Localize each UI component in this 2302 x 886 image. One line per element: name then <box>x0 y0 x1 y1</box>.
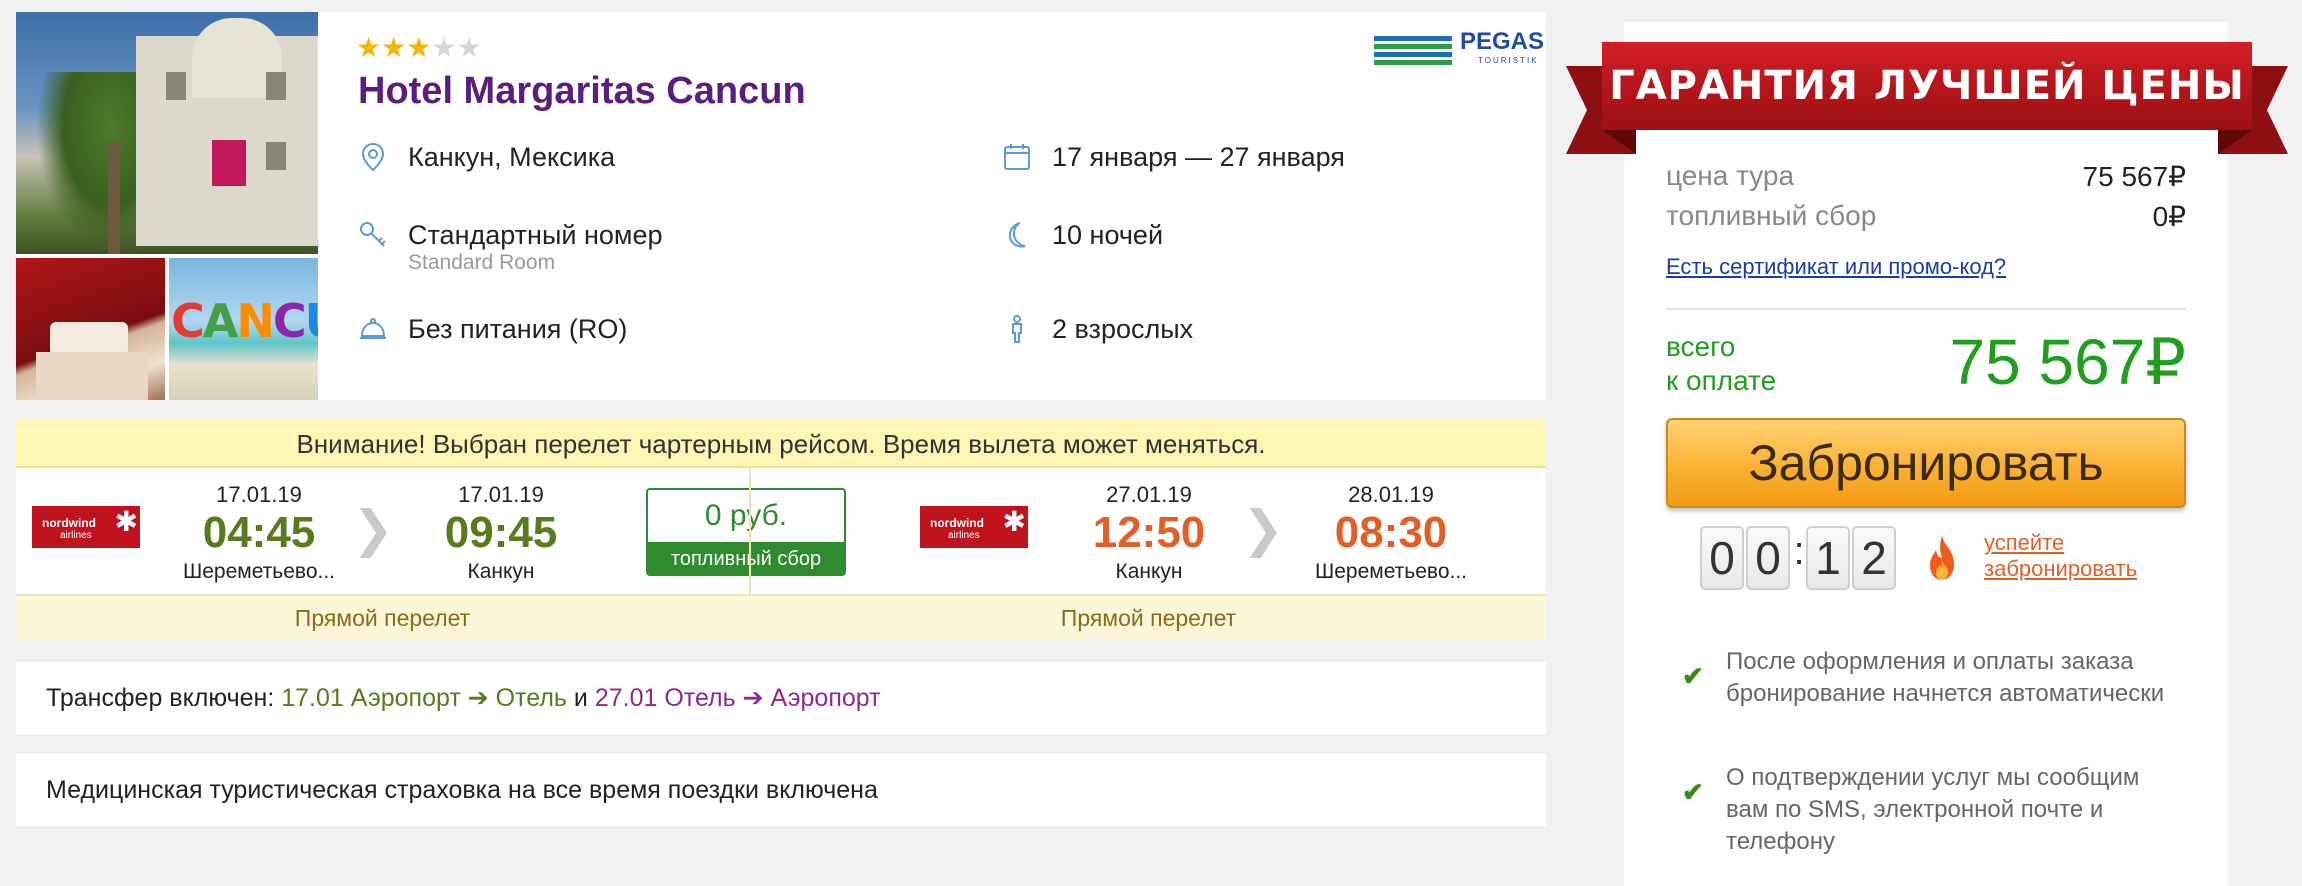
return-arr-time: 08:30 <box>1334 508 1448 557</box>
outbound-dep-time: 04:45 <box>202 508 316 557</box>
outbound-arr-date: 17.01.19 <box>458 482 544 507</box>
meal-text: Без питания (RO) <box>408 314 628 344</box>
return-dep-date: 27.01.19 <box>1106 482 1192 507</box>
location-pin-icon <box>358 142 388 172</box>
room-type-en: Standard Room <box>408 251 556 274</box>
timer-digit: 1 <box>1806 526 1850 590</box>
book-button[interactable]: Забронировать <box>1666 418 2186 508</box>
fuel-price-label: топливный сбор <box>1666 200 1877 231</box>
outbound-dep-airport: Шереметьево... <box>182 560 336 583</box>
outbound-dep-date: 17.01.19 <box>216 482 302 507</box>
best-price-banner-text: ГАРАНТИЯ ЛУЧШЕЙ ЦЕНЫ <box>1602 42 2252 130</box>
hotel-room: Стандартный номер Standard Room <box>358 218 662 274</box>
note-text: После оформления и оплаты заказа брониро… <box>1726 648 2165 707</box>
hotel-photo-cancun-sign[interactable]: CANCUN <box>169 258 318 400</box>
outbound-arr-time: 09:45 <box>444 508 558 557</box>
return-airline-logo: nordwind airlines ✱ <box>920 506 1028 548</box>
transfer-back: 27.01 Отель ➔ Аэропорт <box>594 684 881 712</box>
location-text: Канкун, Мексика <box>408 142 616 172</box>
dates-text: 17 января — 27 января <box>1052 142 1345 172</box>
hotel-meal: Без питания (RO) <box>358 312 627 346</box>
return-arrival: 28.01.19 08:30 Шереметьево... <box>1286 482 1496 586</box>
guests-text: 2 взрослых <box>1052 314 1194 344</box>
tour-dates: 17 января — 27 января <box>1002 140 1345 174</box>
return-departure: 27.01.19 12:50 Канкун <box>1044 482 1254 586</box>
fuel-charge-box: 0 руб. топливный сбор <box>646 488 846 576</box>
outbound-departure: 17.01.19 04:45 Шереметьево... <box>154 482 364 586</box>
fuel-charge-label: топливный сбор <box>648 542 844 574</box>
operator-logo-text: PEGAS <box>1460 28 1545 55</box>
hotel-rating-stars: ★★★★★ <box>356 34 482 62</box>
arrow-right-icon: ➔ <box>742 684 764 712</box>
divider <box>1666 308 2186 310</box>
transfer-info: Трансфер включен: 17.01 Аэропорт ➔ Отель… <box>16 662 1546 734</box>
hotel-photo-room[interactable] <box>16 258 165 400</box>
transfer-and: и <box>573 684 588 712</box>
hotel-location: Канкун, Мексика <box>358 140 615 174</box>
arrow-right-icon: ➔ <box>467 684 489 712</box>
charter-warning: Внимание! Выбран перелет чартерным рейсо… <box>16 420 1546 468</box>
best-price-banner: ГАРАНТИЯ ЛУЧШЕЙ ЦЕНЫ <box>1566 42 2288 154</box>
insurance-info: Медицинская туристическая страховка на в… <box>16 754 1546 826</box>
star-empty-icon: ★ <box>456 32 482 63</box>
promo-code-link[interactable]: Есть сертификат или промо-код? <box>1666 254 2006 280</box>
hotel-card: CANCUN ★★★★★ Hotel Margaritas Cancun PEG… <box>16 12 1546 400</box>
cancun-sign-letters: CANCUN <box>171 294 318 348</box>
room-type: Стандартный номер <box>408 220 663 250</box>
cloche-icon <box>358 314 388 344</box>
tour-price-value: 75 567₽ <box>2082 161 2186 192</box>
return-arr-date: 28.01.19 <box>1348 482 1434 507</box>
insurance-text: Медицинская туристическая страховка на в… <box>46 776 878 804</box>
return-flight-type: Прямой перелет <box>1060 605 1237 631</box>
outbound-flight-type: Прямой перелет <box>294 605 471 631</box>
star-filled-icon: ★ <box>356 32 382 63</box>
note-item: ✔ После оформления и оплаты заказа брони… <box>1680 646 2200 710</box>
timer-separator: : <box>1793 528 1805 573</box>
outbound-arrival: 17.01.19 09:45 Канкун <box>396 482 606 586</box>
countdown-timer: 00:12 <box>1700 526 1898 590</box>
tour-guests: 2 взрослых <box>1002 312 1193 346</box>
fuel-price-value: 0₽ <box>2152 201 2186 232</box>
flight-footer: Прямой перелет Прямой перелет <box>16 594 1546 640</box>
timer-digit: 0 <box>1746 526 1790 590</box>
fire-icon <box>1922 534 1962 584</box>
timer-digit: 0 <box>1700 526 1744 590</box>
transfer-out: 17.01 Аэропорт ➔ Отель <box>281 684 567 712</box>
return-arr-airport: Шереметьево... <box>1314 560 1468 583</box>
hurry-book-link[interactable]: успейте забронировать <box>1984 530 2137 582</box>
check-icon: ✔ <box>1682 777 1704 807</box>
outbound-arr-airport: Канкун <box>467 560 535 583</box>
total-label: всего к оплате <box>1666 331 1777 396</box>
person-icon <box>1002 314 1032 344</box>
return-dep-airport: Канкун <box>1115 560 1183 583</box>
fuel-price-row: топливный сбор 0₽ <box>1666 200 2186 232</box>
note-item: ✔ О подтверждении услуг мы сообщим вам п… <box>1680 762 2200 858</box>
transfer-label: Трансфер включен: <box>46 684 275 712</box>
tour-price-label: цена тура <box>1666 160 1795 191</box>
chevron-right-icon: ❯ <box>1242 500 1284 558</box>
star-filled-icon: ★ <box>381 32 407 63</box>
timer-digit: 2 <box>1852 526 1896 590</box>
nights-text: 10 ночей <box>1052 220 1164 250</box>
tour-price-row: цена тура 75 567₽ <box>1666 160 2186 192</box>
check-icon: ✔ <box>1682 661 1704 691</box>
flight-block: Внимание! Выбран перелет чартерным рейсо… <box>16 420 1546 640</box>
operator-logo-subtext: TOURISTIK <box>1478 56 1539 65</box>
star-filled-icon: ★ <box>406 32 432 63</box>
note-text: О подтверждении услуг мы сообщим вам по … <box>1726 764 2140 855</box>
calendar-icon <box>1002 142 1032 172</box>
outbound-airline-logo: nordwind airlines ✱ <box>32 506 140 548</box>
hotel-photo-main[interactable] <box>16 12 318 254</box>
fuel-charge-price: 0 руб. <box>704 499 788 532</box>
key-icon <box>358 220 388 250</box>
chevron-right-icon: ❯ <box>352 500 394 558</box>
tour-nights: 10 ночей <box>1002 218 1163 252</box>
tour-operator-logo: PEGAS TOURISTIK <box>1374 28 1544 74</box>
return-dep-time: 12:50 <box>1092 508 1206 557</box>
star-empty-icon: ★ <box>431 32 457 63</box>
hotel-name[interactable]: Hotel Margaritas Cancun <box>358 70 806 113</box>
moon-icon <box>1002 220 1032 250</box>
total-price: 75 567₽ <box>1949 326 2186 398</box>
